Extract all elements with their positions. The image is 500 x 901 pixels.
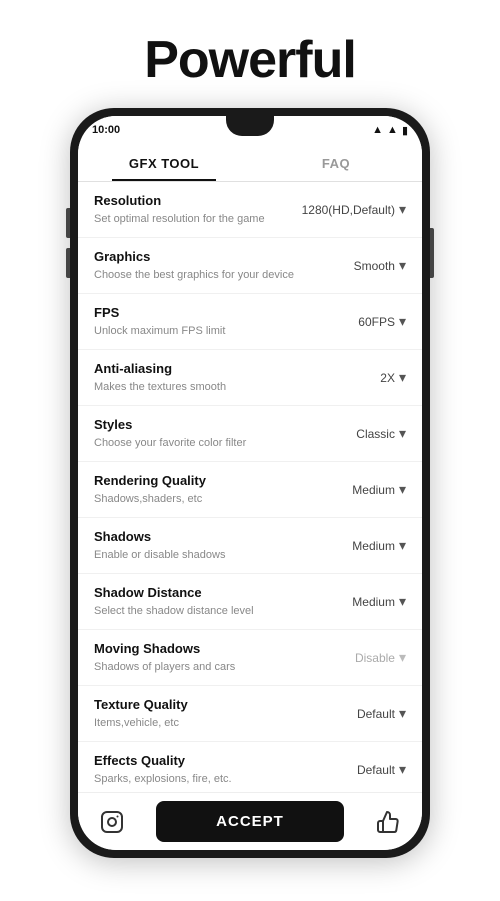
setting-value-anti-aliasing[interactable]: 2X ▾ (316, 369, 406, 386)
setting-value-fps[interactable]: 60FPS ▾ (316, 313, 406, 330)
setting-desc-effects-quality: Sparks, explosions, fire, etc. (94, 772, 316, 786)
dropdown-arrow-resolution: ▾ (399, 201, 406, 218)
setting-label-anti-aliasing: Anti-aliasing (94, 361, 316, 378)
setting-value-styles[interactable]: Classic ▾ (316, 425, 406, 442)
phone-frame: 10:00 ▲ ▲ ▮ GFX TOOL FAQ Resolution Set … (70, 108, 430, 858)
setting-row-shadow-distance[interactable]: Shadow Distance Select the shadow distan… (78, 574, 422, 630)
setting-row-moving-shadows[interactable]: Moving Shadows Shadows of players and ca… (78, 630, 422, 686)
battery-icon: ▮ (402, 124, 408, 137)
tab-faq[interactable]: FAQ (250, 144, 422, 181)
setting-row-shadows[interactable]: Shadows Enable or disable shadows Medium… (78, 518, 422, 574)
setting-desc-anti-aliasing: Makes the textures smooth (94, 380, 316, 394)
setting-row-anti-aliasing[interactable]: Anti-aliasing Makes the textures smooth … (78, 350, 422, 406)
setting-label-moving-shadows: Moving Shadows (94, 641, 316, 658)
settings-list: Resolution Set optimal resolution for th… (78, 182, 422, 792)
setting-label-effects-quality: Effects Quality (94, 753, 316, 770)
setting-value-moving-shadows[interactable]: Disable ▾ (316, 649, 406, 666)
setting-desc-resolution: Set optimal resolution for the game (94, 212, 302, 226)
tab-gfx-tool[interactable]: GFX TOOL (78, 144, 250, 181)
phone-screen: 10:00 ▲ ▲ ▮ GFX TOOL FAQ Resolution Set … (78, 116, 422, 850)
setting-label-fps: FPS (94, 305, 316, 322)
dropdown-arrow-fps: ▾ (399, 313, 406, 330)
accept-button[interactable]: ACCEPT (156, 801, 344, 842)
setting-desc-texture-quality: Items,vehicle, etc (94, 716, 316, 730)
setting-value-texture-quality[interactable]: Default ▾ (316, 705, 406, 722)
setting-row-styles[interactable]: Styles Choose your favorite color filter… (78, 406, 422, 462)
dropdown-arrow-graphics: ▾ (399, 257, 406, 274)
setting-label-shadows: Shadows (94, 529, 316, 546)
like-button[interactable] (370, 804, 406, 840)
dropdown-arrow-anti-aliasing: ▾ (399, 369, 406, 386)
dropdown-arrow-moving-shadows: ▾ (399, 649, 406, 666)
status-time: 10:00 (92, 124, 120, 136)
setting-row-resolution[interactable]: Resolution Set optimal resolution for th… (78, 182, 422, 238)
setting-value-effects-quality[interactable]: Default ▾ (316, 761, 406, 778)
dropdown-arrow-shadow-distance: ▾ (399, 593, 406, 610)
status-icons: ▲ ▲ ▮ (372, 124, 408, 137)
setting-label-resolution: Resolution (94, 193, 302, 210)
dropdown-arrow-effects-quality: ▾ (399, 761, 406, 778)
setting-label-rendering-quality: Rendering Quality (94, 473, 316, 490)
dropdown-arrow-shadows: ▾ (399, 537, 406, 554)
setting-desc-styles: Choose your favorite color filter (94, 436, 316, 450)
setting-value-shadows[interactable]: Medium ▾ (316, 537, 406, 554)
signal-icon: ▲ (387, 124, 398, 136)
setting-desc-shadow-distance: Select the shadow distance level (94, 604, 316, 618)
setting-value-resolution[interactable]: 1280(HD,Default) ▾ (302, 201, 406, 218)
instagram-button[interactable] (94, 804, 130, 840)
setting-row-fps[interactable]: FPS Unlock maximum FPS limit 60FPS ▾ (78, 294, 422, 350)
tab-bar: GFX TOOL FAQ (78, 144, 422, 182)
setting-label-graphics: Graphics (94, 249, 316, 266)
setting-label-texture-quality: Texture Quality (94, 697, 316, 714)
status-bar: 10:00 ▲ ▲ ▮ (78, 116, 422, 144)
setting-row-rendering-quality[interactable]: Rendering Quality Shadows,shaders, etc M… (78, 462, 422, 518)
setting-desc-graphics: Choose the best graphics for your device (94, 268, 316, 282)
setting-value-shadow-distance[interactable]: Medium ▾ (316, 593, 406, 610)
setting-row-effects-quality[interactable]: Effects Quality Sparks, explosions, fire… (78, 742, 422, 792)
wifi-icon: ▲ (372, 124, 383, 136)
setting-label-shadow-distance: Shadow Distance (94, 585, 316, 602)
dropdown-arrow-texture-quality: ▾ (399, 705, 406, 722)
setting-value-graphics[interactable]: Smooth ▾ (316, 257, 406, 274)
setting-desc-fps: Unlock maximum FPS limit (94, 324, 316, 338)
setting-desc-rendering-quality: Shadows,shaders, etc (94, 492, 316, 506)
setting-desc-moving-shadows: Shadows of players and cars (94, 660, 316, 674)
setting-label-styles: Styles (94, 417, 316, 434)
dropdown-arrow-styles: ▾ (399, 425, 406, 442)
setting-row-texture-quality[interactable]: Texture Quality Items,vehicle, etc Defau… (78, 686, 422, 742)
setting-desc-shadows: Enable or disable shadows (94, 548, 316, 562)
setting-value-rendering-quality[interactable]: Medium ▾ (316, 481, 406, 498)
bottom-bar: ACCEPT (78, 792, 422, 850)
page-title: Powerful (144, 30, 356, 90)
setting-row-graphics[interactable]: Graphics Choose the best graphics for yo… (78, 238, 422, 294)
dropdown-arrow-rendering-quality: ▾ (399, 481, 406, 498)
